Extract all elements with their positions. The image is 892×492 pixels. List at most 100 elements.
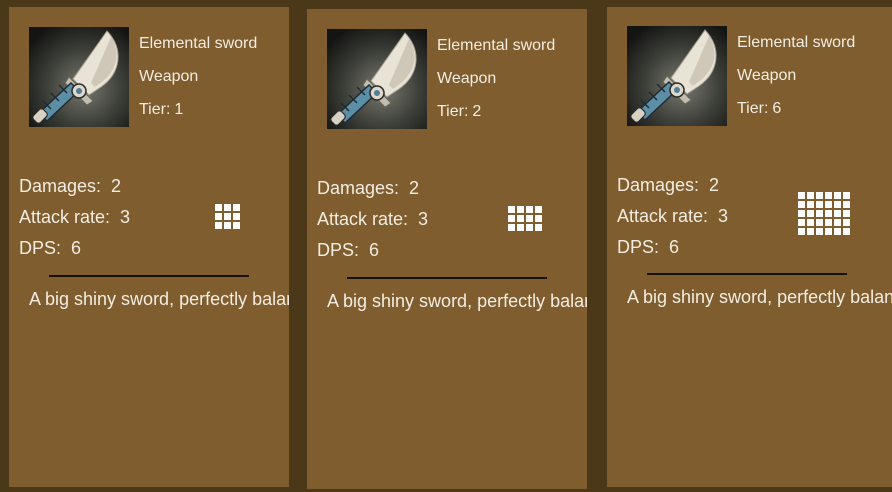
item-name: Elemental sword <box>139 35 258 52</box>
item-description: A big shiny sword, perfectly balanced <box>627 287 892 307</box>
tier-grid-cell <box>224 213 231 220</box>
tier-grid-cell <box>517 215 524 222</box>
tier-grid-icon <box>508 206 542 231</box>
damages-label: Damages: <box>617 175 700 195</box>
tier-grid-cell <box>834 210 841 217</box>
tier-grid-cell <box>843 228 850 235</box>
item-tier: Tier: 6 <box>737 100 781 118</box>
tier-grid-cell <box>798 219 805 226</box>
tier-grid-cell <box>215 213 222 220</box>
damages-stat: Damages: 2 <box>19 176 121 197</box>
tier-grid-cell <box>233 204 240 211</box>
tier-grid-cell <box>526 206 533 213</box>
tier-grid-cell <box>215 204 222 211</box>
item-description: A big shiny sword, perfectly balanced <box>29 289 289 309</box>
tier-label: Tier: <box>437 103 469 120</box>
tier-value: 6 <box>772 100 782 117</box>
dps-stat: DPS: 6 <box>617 237 679 258</box>
tier-grid-cell <box>233 222 240 229</box>
damages-stat: Damages: 2 <box>617 175 719 196</box>
attack-rate-label: Attack rate: <box>617 206 709 226</box>
attack-rate-value: 3 <box>418 209 429 229</box>
tier-grid-cell <box>535 206 542 213</box>
tier-grid-icon <box>215 204 240 229</box>
sword-icon <box>627 26 727 126</box>
tier-grid-cell <box>807 228 814 235</box>
tier-grid-cell <box>517 206 524 213</box>
tier-grid-icon <box>798 192 850 235</box>
tier-grid-cell <box>825 228 832 235</box>
tier-grid-cell <box>843 192 850 199</box>
attack-rate-label: Attack rate: <box>317 209 409 229</box>
sword-icon <box>29 27 129 127</box>
tier-grid-cell <box>526 224 533 231</box>
divider <box>647 273 847 275</box>
tier-grid-cell <box>798 192 805 199</box>
tier-grid-cell <box>807 210 814 217</box>
item-type: Weapon <box>437 70 497 87</box>
dps-label: DPS: <box>317 240 360 260</box>
sword-icon <box>327 29 427 129</box>
attack-rate-label: Attack rate: <box>19 207 111 227</box>
damages-value: 2 <box>709 175 720 195</box>
tier-grid-cell <box>843 210 850 217</box>
damages-label: Damages: <box>317 178 400 198</box>
dps-value: 6 <box>669 237 680 257</box>
tier-grid-cell <box>834 192 841 199</box>
item-name: Elemental sword <box>437 37 556 54</box>
tier-value: 1 <box>174 101 184 118</box>
tier-grid-cell <box>816 201 823 208</box>
tier-grid-cell <box>224 204 231 211</box>
tier-grid-cell <box>825 192 832 199</box>
tier-grid-cell <box>798 210 805 217</box>
tier-grid-cell <box>224 222 231 229</box>
tier-grid-cell <box>825 210 832 217</box>
divider <box>49 275 249 277</box>
item-type: Weapon <box>737 67 797 84</box>
tier-grid-cell <box>816 192 823 199</box>
tier-label: Tier: <box>737 100 769 117</box>
tier-grid-cell <box>526 215 533 222</box>
tier-grid-cell <box>843 201 850 208</box>
tier-grid-cell <box>834 201 841 208</box>
tier-grid-cell <box>825 201 832 208</box>
item-type: Weapon <box>139 68 199 85</box>
attack-rate-stat: Attack rate: 3 <box>617 206 728 227</box>
dps-stat: DPS: 6 <box>19 238 81 259</box>
tier-grid-cell <box>535 215 542 222</box>
tier-grid-cell <box>807 201 814 208</box>
damages-stat: Damages: 2 <box>317 178 419 199</box>
item-tier: Tier: 2 <box>437 103 481 121</box>
dps-stat: DPS: 6 <box>317 240 379 261</box>
tier-grid-cell <box>843 219 850 226</box>
tier-grid-cell <box>517 224 524 231</box>
item-card-2: Elemental sword Weapon Tier: 2 Damages: 2 … <box>307 9 587 489</box>
dps-label: DPS: <box>19 238 62 258</box>
attack-rate-stat: Attack rate: 3 <box>317 209 428 230</box>
divider <box>347 277 547 279</box>
tier-grid-cell <box>816 228 823 235</box>
item-tier: Tier: 1 <box>139 101 183 119</box>
tier-grid-cell <box>215 222 222 229</box>
tier-grid-cell <box>798 228 805 235</box>
attack-rate-value: 3 <box>120 207 131 227</box>
damages-value: 2 <box>409 178 420 198</box>
item-name: Elemental sword <box>737 34 856 51</box>
dps-value: 6 <box>71 238 82 258</box>
tier-grid-cell <box>807 192 814 199</box>
attack-rate-value: 3 <box>718 206 729 226</box>
tier-grid-cell <box>816 210 823 217</box>
tier-grid-cell <box>834 219 841 226</box>
tier-grid-cell <box>807 219 814 226</box>
dps-value: 6 <box>369 240 380 260</box>
item-card-1: Elemental sword Weapon Tier: 1 Damages: 2 … <box>9 7 289 487</box>
tier-grid-cell <box>508 206 515 213</box>
damages-value: 2 <box>111 176 122 196</box>
item-description: A big shiny sword, perfectly balanced <box>327 291 587 311</box>
tier-grid-cell <box>508 224 515 231</box>
tier-grid-cell <box>233 213 240 220</box>
tier-label: Tier: <box>139 101 171 118</box>
dps-label: DPS: <box>617 237 660 257</box>
damages-label: Damages: <box>19 176 102 196</box>
tier-grid-cell <box>834 228 841 235</box>
